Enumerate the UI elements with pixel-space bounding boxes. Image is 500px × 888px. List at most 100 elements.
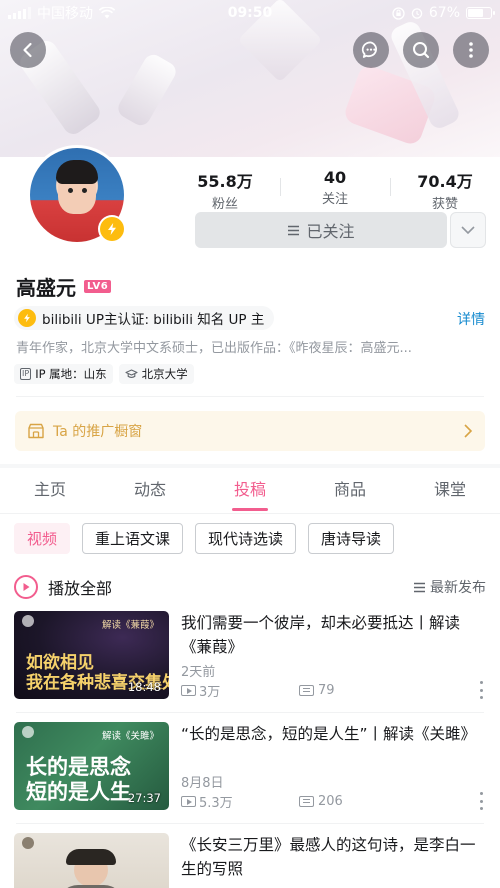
name-row: 高盛元 LV6 (16, 272, 112, 301)
play-circle-icon[interactable] (14, 575, 38, 599)
video-item[interactable]: 解读《关雎》 长的是思念 短的是人生 27:37 “长的是思念，短的是人生”丨解… (14, 722, 486, 812)
following-stat[interactable]: 40 关注 (280, 168, 390, 212)
chat-bubble-icon (361, 41, 377, 58)
followed-label: 已关注 (306, 222, 355, 241)
video-stats: 3万 79 (181, 681, 481, 700)
fans-count: 55.8万 (197, 172, 253, 191)
back-button[interactable] (10, 32, 46, 68)
space-page: 中国移动 09:50 67% 55.8万 粉丝 40 关注 70.4万 获赞 已… (0, 0, 500, 888)
view-count: 5.3万 (199, 796, 233, 811)
video-thumbnail[interactable]: 解读《蒹葭》 如欲相见 我在各种悲喜交集处 18:48 (14, 611, 169, 699)
video-more-icon[interactable] (478, 681, 484, 699)
tab-dynamics[interactable]: 动态 (100, 470, 200, 513)
ip-location-text: IP 属地：山东 (35, 367, 107, 381)
alarm-icon (411, 8, 423, 19)
sort-button[interactable]: 最新发布 (413, 577, 486, 597)
fans-stat[interactable]: 55.8万 粉丝 (170, 168, 280, 212)
chevron-down-icon (461, 226, 475, 235)
thumbnail-subtitle: 解读《蒹葭》 (101, 620, 159, 631)
section-gap (0, 464, 500, 468)
likes-label: 获赞 (431, 197, 458, 212)
sort-icon (414, 582, 425, 592)
profile-tabs: 主页 动态 投稿 商品 课堂 (0, 470, 500, 514)
video-item[interactable]: 解读《蒹葭》 如欲相见 我在各种悲喜交集处 18:48 我们需要一个彼岸，却未必… (14, 611, 486, 701)
video-title[interactable]: 《长安三万里》最感人的这句诗，是李白一生的写照 (181, 833, 481, 881)
tab-goods[interactable]: 商品 (300, 470, 400, 513)
back-arrow-icon (23, 42, 32, 58)
video-duration: 18:48 (127, 680, 161, 694)
play-count-icon (181, 796, 196, 807)
fans-label: 粉丝 (211, 197, 238, 212)
shop-window-entry[interactable]: Ta 的推广橱窗 (15, 411, 485, 451)
user-name: 高盛元 (16, 276, 76, 300)
chip-series-3[interactable]: 唐诗导读 (308, 523, 395, 554)
thumbnail-text: 长的是思念 短的是人生 (26, 754, 131, 804)
chip-series-1[interactable]: 重上语文课 (82, 523, 184, 554)
danmaku-icon (299, 796, 314, 807)
search-icon (413, 42, 430, 59)
danmaku-icon (299, 685, 314, 696)
danmaku-count: 79 (318, 683, 335, 698)
chip-series-2[interactable]: 现代诗选读 (195, 523, 297, 554)
rotation-lock-icon (392, 6, 405, 20)
shop-window-label: Ta 的推广橱窗 (53, 424, 143, 440)
following-label: 关注 (321, 192, 348, 207)
follow-dropdown-button[interactable] (450, 212, 486, 248)
tab-classroom[interactable]: 课堂 (400, 470, 500, 513)
video-thumbnail[interactable]: 解读《关雎》 长的是思念 短的是人生 27:37 (14, 722, 169, 810)
divider (16, 823, 484, 824)
danmaku-count: 206 (318, 794, 343, 809)
likes-stat[interactable]: 70.4万 获赞 (390, 168, 500, 212)
search-button[interactable] (403, 32, 439, 68)
followed-button[interactable]: 已关注 (195, 212, 447, 248)
play-all-button[interactable]: 播放全部 (48, 575, 112, 599)
signal-icon (8, 7, 31, 19)
video-stats: 5.3万 206 (181, 792, 481, 811)
more-button[interactable] (453, 32, 489, 68)
tab-uploads[interactable]: 投稿 (200, 470, 300, 513)
status-bar: 中国移动 09:50 67% (0, 0, 500, 26)
school-tag[interactable]: 北京大学 (118, 364, 194, 384)
chevron-right-icon (464, 424, 473, 438)
sort-label: 最新发布 (430, 580, 486, 596)
menu-lines-icon (288, 225, 300, 235)
battery-icon (466, 7, 495, 19)
divider (16, 396, 484, 397)
play-all-row: 播放全部 最新发布 (14, 574, 486, 600)
verification-text: bilibili UP主认证: bilibili 知名 UP 主 (42, 312, 265, 328)
wifi-icon (99, 7, 115, 19)
school-text: 北京大学 (141, 367, 188, 381)
lightning-icon (18, 309, 36, 327)
video-item[interactable]: 《长安三万里》最感人的这句诗，是李白一生的写照 (14, 833, 486, 888)
video-thumbnail[interactable] (14, 833, 169, 888)
video-date: 2天前 (181, 665, 216, 680)
detail-link[interactable]: 详情 (457, 309, 485, 329)
video-date: 8月8日 (181, 776, 224, 791)
profile-tags: IP IP 属地：山东 北京大学 (14, 364, 194, 384)
video-title[interactable]: “长的是思念，短的是人生”丨解读《关雎》 (181, 722, 481, 746)
up-verified-badge (98, 215, 126, 243)
level-badge: LV6 (84, 280, 112, 293)
divider (16, 712, 484, 713)
shop-icon (28, 423, 44, 439)
bio-text[interactable]: 青年作家，北京大学中文系硕士，已出版作品：《昨夜星辰：高盛元... (16, 337, 486, 356)
carrier-name: 中国移动 (37, 6, 93, 22)
upload-filter-chips: 视频 重上语文课 现代诗选读 唐诗导读 (14, 523, 395, 554)
profile-stats: 55.8万 粉丝 40 关注 70.4万 获赞 (170, 168, 500, 212)
thumbnail-subtitle: 解读《关雎》 (101, 731, 159, 742)
likes-count: 70.4万 (417, 172, 473, 191)
video-title[interactable]: 我们需要一个彼岸，却未必要抵达丨解读《蒹葭》 (181, 611, 481, 659)
play-count-icon (181, 685, 196, 696)
following-count: 40 (323, 168, 347, 187)
video-more-icon[interactable] (478, 792, 484, 810)
battery-percent: 67% (428, 5, 460, 21)
video-duration: 27:37 (127, 791, 161, 805)
more-vertical-icon (469, 42, 473, 58)
view-count: 3万 (199, 685, 221, 700)
verification-badge[interactable]: bilibili UP主认证: bilibili 知名 UP 主 (14, 306, 275, 330)
message-button[interactable] (353, 32, 389, 68)
lightning-icon (108, 223, 116, 235)
tab-home[interactable]: 主页 (0, 470, 100, 513)
ip-location-tag: IP IP 属地：山东 (14, 364, 113, 384)
chip-video[interactable]: 视频 (14, 523, 71, 554)
